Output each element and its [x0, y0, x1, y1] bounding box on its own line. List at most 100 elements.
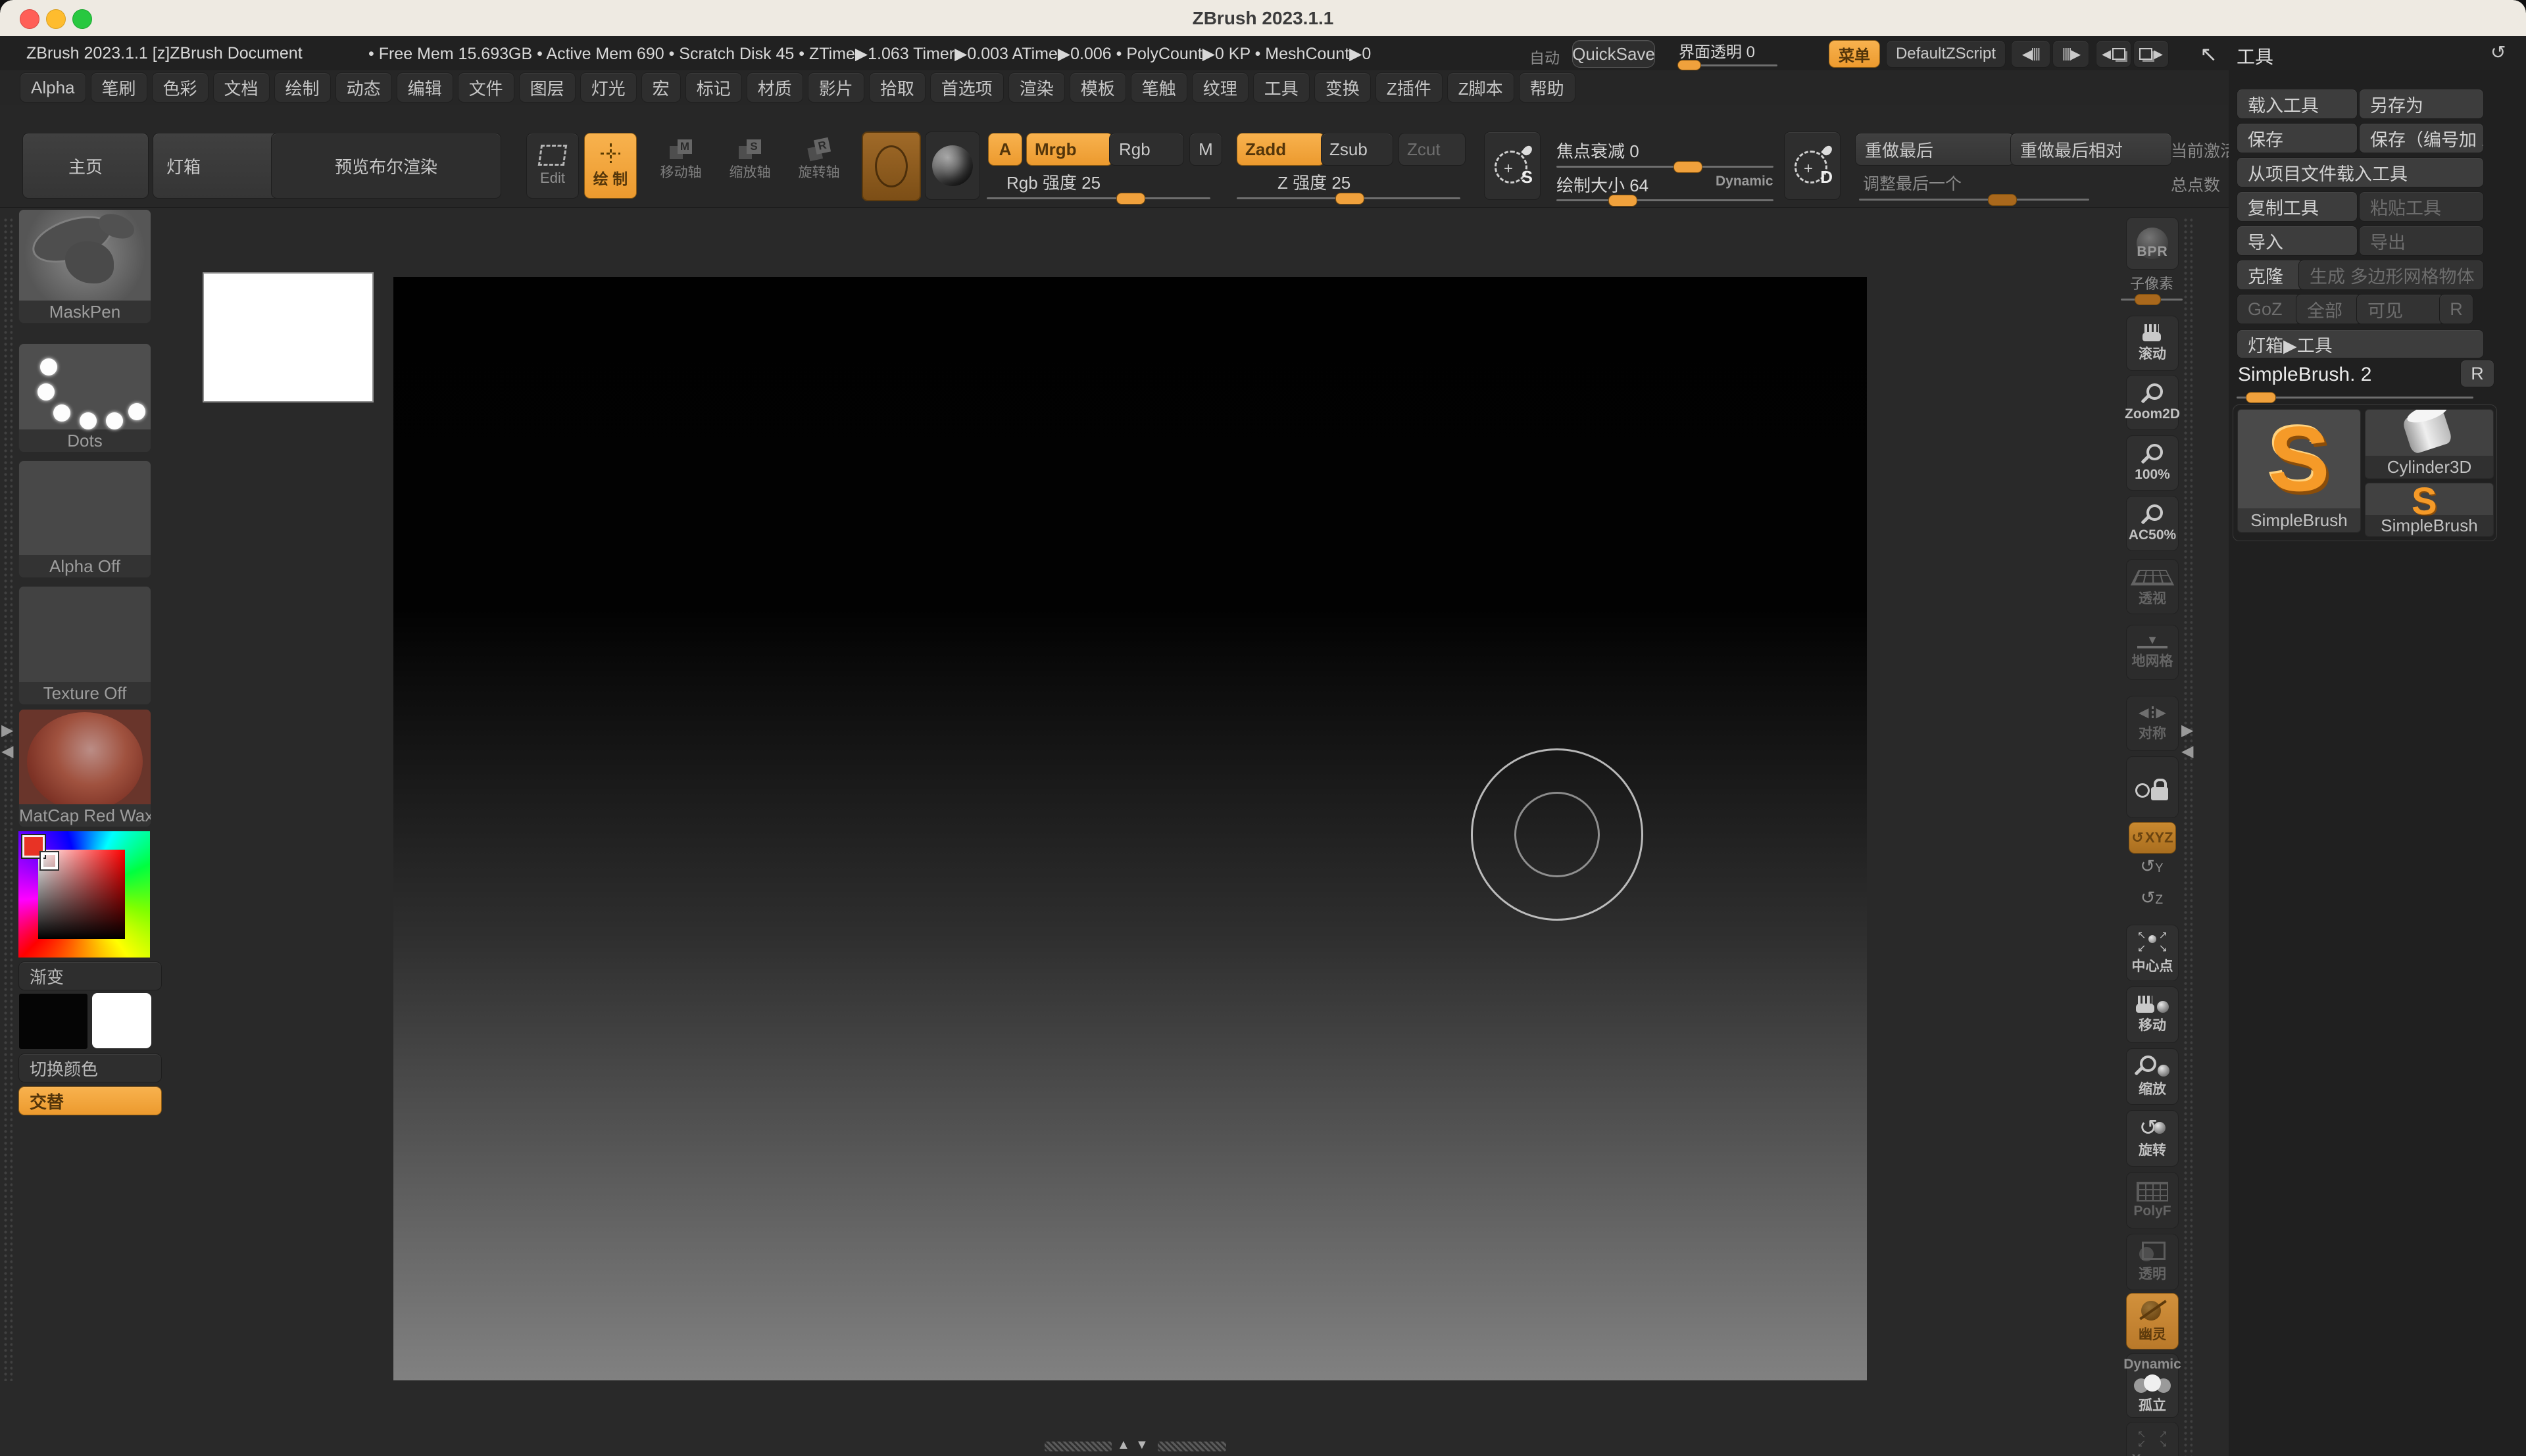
tool-r-button[interactable]: R	[2460, 360, 2494, 387]
menu-item[interactable]: 文件	[458, 72, 514, 103]
scroll-down-icon[interactable]: ▼	[1135, 1438, 1149, 1453]
prev-page-button[interactable]: ◀||||	[2011, 40, 2050, 68]
home-button[interactable]: 主页	[22, 133, 149, 199]
load-from-project-button[interactable]: 从项目文件载入工具	[2237, 157, 2484, 187]
goz-visible-button[interactable]: 可见	[2356, 294, 2444, 324]
floor-grid-button[interactable]: ▼ 地网格	[2126, 625, 2179, 680]
menu-toggle-button[interactable]: 菜单	[1829, 40, 1880, 68]
right-tray-divider[interactable]	[2183, 217, 2192, 1456]
stroke-s-button[interactable]: + S	[1484, 132, 1541, 200]
import-button[interactable]: 导入	[2237, 226, 2358, 256]
switch-color-button[interactable]: 切换颜色	[18, 1054, 162, 1082]
menu-item[interactable]: 编辑	[397, 72, 453, 103]
menu-item[interactable]: 色彩	[152, 72, 209, 103]
scroll-up-icon[interactable]: ▲	[1117, 1438, 1130, 1453]
color-picker[interactable]	[18, 831, 150, 958]
mrgb-button[interactable]: Mrgb	[1026, 133, 1113, 166]
menu-item[interactable]: 动态	[335, 72, 392, 103]
adjust-last-slider[interactable]	[1859, 199, 2089, 201]
menu-item[interactable]: 笔刷	[91, 72, 147, 103]
cylinder3d-thumbnail[interactable]: Cylinder3D	[2365, 409, 2494, 479]
menu-item[interactable]: 纹理	[1192, 72, 1249, 103]
active-tool-thumbnail[interactable]: S SimpleBrush	[2237, 409, 2361, 533]
export-button[interactable]: 导出	[2359, 226, 2484, 256]
reset-icon[interactable]: ↺	[2490, 41, 2506, 63]
main-color-swatch[interactable]	[18, 993, 88, 1050]
solo-button[interactable]: Dynamic 孤立	[2126, 1353, 2179, 1418]
quicksave-button[interactable]: QuickSave	[1572, 40, 1655, 68]
current-material-tray-button[interactable]: MatCap Red Wax	[18, 709, 151, 827]
edit-button[interactable]: Edit	[526, 133, 579, 199]
menu-item[interactable]: 灯光	[580, 72, 637, 103]
gradient-button[interactable]: 渐变	[18, 961, 162, 990]
scale-axis-button[interactable]: S 缩放轴	[720, 139, 780, 182]
menu-item[interactable]: 帮助	[1519, 72, 1575, 103]
menu-item[interactable]: 材质	[747, 72, 803, 103]
draw-button[interactable]: 绘 制	[584, 133, 637, 199]
simplebrush-small-thumbnail[interactable]: S SimpleBrush	[2365, 483, 2494, 537]
zoom3d-button[interactable]: 缩放	[2126, 1048, 2179, 1105]
rgb-button[interactable]: Rgb	[1109, 133, 1184, 166]
m-button[interactable]: M	[1189, 133, 1222, 166]
save-as-button[interactable]: 另存为	[2359, 89, 2484, 119]
goz-button[interactable]: GoZ	[2237, 294, 2301, 324]
focal-shift-slider[interactable]	[1556, 166, 1773, 168]
document-canvas[interactable]	[393, 277, 1867, 1380]
panel-open-icon[interactable]: ▶	[2181, 721, 2193, 740]
menu-item[interactable]: Z脚本	[1447, 72, 1514, 103]
subpixel-slider[interactable]	[2121, 299, 2183, 301]
frame-button[interactable]: ↖ ↗ ↙ ↘ 中心点	[2126, 925, 2179, 981]
rgb-intensity-slider[interactable]	[987, 197, 1210, 199]
clone-button[interactable]: 克隆	[2237, 260, 2304, 290]
next-page-button[interactable]: ||||▶	[2052, 40, 2089, 68]
zoom2d-button[interactable]: Zoom2D	[2126, 375, 2179, 430]
replay-last-button[interactable]: 重做最后	[1855, 133, 2014, 166]
zsub-button[interactable]: Zsub	[1321, 133, 1393, 166]
current-texture-button[interactable]	[862, 132, 921, 201]
color-selector-handle[interactable]	[41, 852, 58, 869]
current-brush-button[interactable]: MaskPen	[18, 209, 151, 324]
paste-tool-button[interactable]: 粘贴工具	[2359, 191, 2484, 222]
tool-slider[interactable]	[2237, 397, 2473, 399]
menu-item[interactable]: 标记	[685, 72, 742, 103]
menu-item[interactable]: 文档	[213, 72, 270, 103]
current-texture-tray-button[interactable]: Texture Off	[18, 586, 151, 705]
menu-item[interactable]: 首选项	[930, 72, 1004, 103]
canvas-scrollbar-right-handle[interactable]	[1158, 1442, 1226, 1451]
copy-tool-button[interactable]: 复制工具	[2237, 191, 2358, 222]
menu-item[interactable]: Z插件	[1375, 72, 1443, 103]
move-axis-button[interactable]: M 移动轴	[651, 139, 710, 182]
save-button[interactable]: 保存	[2237, 123, 2358, 153]
rotate-y-button[interactable]: ↺Y	[2126, 856, 2177, 877]
replay-last-relative-button[interactable]: 重做最后相对	[2010, 133, 2172, 166]
antialiased-half-button[interactable]: AC50%	[2126, 496, 2179, 551]
symmetry-button[interactable]: ◀▶ 对称	[2126, 696, 2179, 751]
menu-item[interactable]: 渲染	[1008, 72, 1065, 103]
menu-item[interactable]: 变换	[1314, 72, 1371, 103]
zscript-button[interactable]: DefaultZScript	[1886, 40, 2006, 68]
current-material-button[interactable]	[925, 132, 980, 200]
lightbox-to-tool-button[interactable]: 灯箱▶工具	[2237, 329, 2484, 358]
draw-size-slider[interactable]	[1556, 199, 1773, 201]
z-intensity-slider[interactable]	[1237, 197, 1460, 199]
current-stroke-button[interactable]: Dots	[18, 343, 151, 452]
save-increment-button[interactable]: 保存（编号加 1	[2359, 123, 2484, 153]
menu-item[interactable]: 影片	[808, 72, 864, 103]
next-layout-button[interactable]: ▶	[2133, 40, 2169, 68]
document-thumbnail[interactable]	[203, 272, 374, 402]
alpha-channel-button[interactable]: A	[988, 133, 1022, 166]
xpose-button[interactable]: ↖ ↗ ↙ ↘ Xpose	[2126, 1422, 2179, 1456]
goz-all-button[interactable]: 全部	[2296, 294, 2362, 324]
rotate-view-button[interactable]: ↺ 旋转	[2126, 1110, 2179, 1167]
move-canvas-button[interactable]: 移动	[2126, 986, 2179, 1043]
tray-open-icon[interactable]: ▶	[1, 721, 13, 740]
goz-r-button[interactable]: R	[2439, 294, 2473, 324]
ui-opacity-slider[interactable]	[1679, 64, 1777, 66]
rotate-z-button[interactable]: ↺Z	[2126, 888, 2177, 908]
panel-close-icon[interactable]: ◀	[2181, 742, 2193, 761]
preview-boolean-button[interactable]: 预览布尔渲染	[271, 133, 501, 199]
current-alpha-button[interactable]: Alpha Off	[18, 460, 151, 578]
menu-item[interactable]: 宏	[641, 72, 681, 103]
polyframe-button[interactable]: PolyF	[2126, 1172, 2179, 1228]
lightbox-button[interactable]: 灯箱	[153, 133, 280, 199]
